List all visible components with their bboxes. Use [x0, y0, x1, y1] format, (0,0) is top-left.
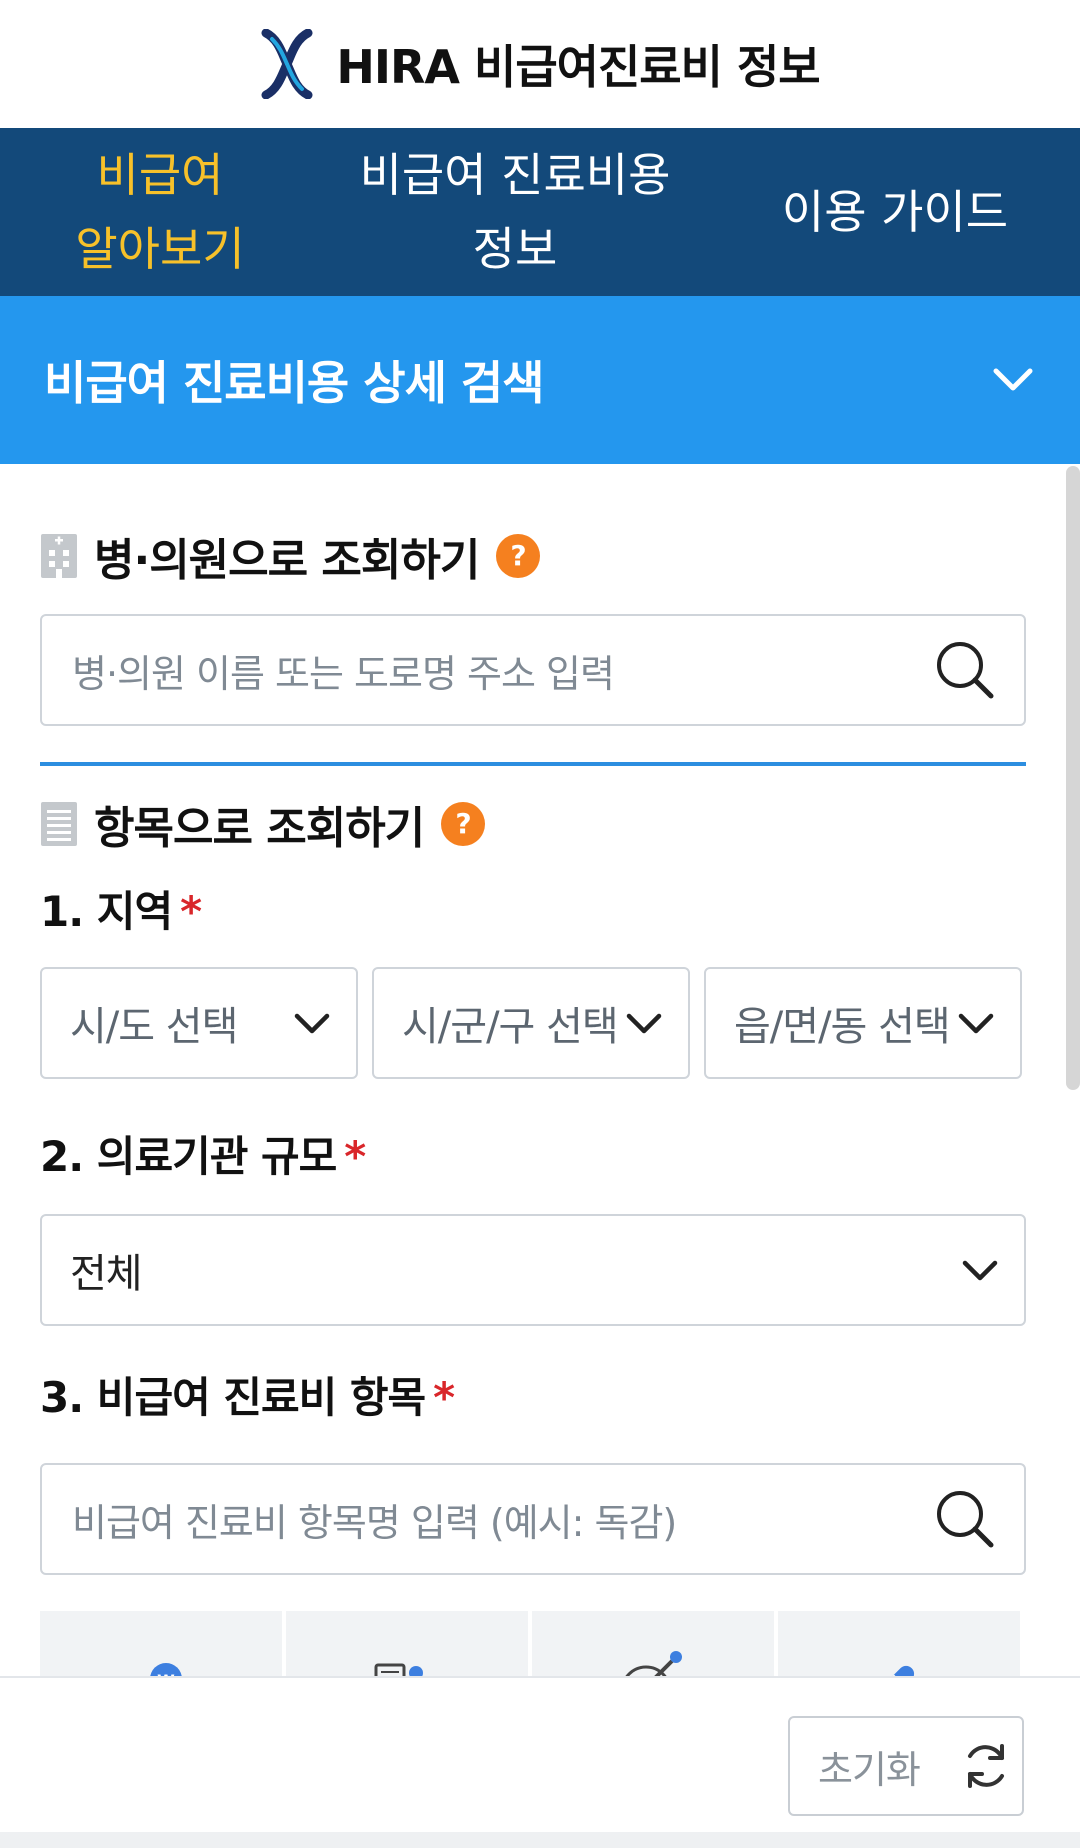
- building-icon: [41, 534, 77, 578]
- item-search-heading: 항목으로 조회하기 ?: [40, 792, 1026, 856]
- item-search-input[interactable]: 비급여 진료비 항목명 입력 (예시: 독감): [40, 1463, 1026, 1575]
- svg-text:?: ?: [456, 807, 471, 840]
- chevron-down-icon: [294, 1013, 330, 1034]
- app-title: HIRA 비급여진료비 정보: [336, 40, 820, 94]
- hospital-search-title: 병·의원으로 조회하기: [94, 535, 480, 586]
- item-label: 3. 비급여 진료비 항목 *: [40, 1364, 1026, 1425]
- app-header: HIRA 비급여진료비 정보: [0, 0, 1080, 128]
- chevron-down-icon: [962, 1260, 998, 1281]
- hospital-search-heading: 병·의원으로 조회하기 ?: [40, 524, 1026, 588]
- item-label-text: 3. 비급여 진료비 항목: [40, 1373, 426, 1422]
- region-selects: 시/도 선택 시/군/구 선택 읍/면/동 선택: [40, 967, 1026, 1079]
- help-icon[interactable]: ?: [495, 533, 541, 579]
- bottom-strip: [0, 1832, 1080, 1848]
- section-title: 비급여 진료비용 상세 검색: [44, 356, 545, 410]
- chevron-down-icon: [958, 1013, 994, 1034]
- hospital-search-input[interactable]: 병·의원 이름 또는 도로명 주소 입력: [40, 614, 1026, 726]
- detail-search-toggle[interactable]: 비급여 진료비용 상세 검색: [0, 296, 1080, 464]
- district-select-value: 시/군/구 선택: [402, 1004, 619, 1050]
- svg-text:?: ?: [511, 539, 526, 572]
- reset-label: 초기화: [818, 1747, 921, 1792]
- region-label: 1. 지역 *: [40, 878, 1026, 939]
- search-icon[interactable]: [934, 1488, 996, 1550]
- town-select[interactable]: 읍/면/동 선택: [704, 967, 1022, 1079]
- chevron-down-icon: [626, 1013, 662, 1034]
- item-search-placeholder: 비급여 진료비 항목명 입력 (예시: 독감): [72, 1500, 677, 1545]
- list-icon: [41, 802, 77, 846]
- facility-label-text: 2. 의료기관 규모: [40, 1132, 337, 1181]
- hira-logo-icon: [261, 29, 313, 99]
- nav-item-label-line1: 비급여 진료비용: [359, 148, 671, 202]
- scrollbar[interactable]: [1066, 466, 1080, 1090]
- search-form: 병·의원으로 조회하기 ? 병·의원 이름 또는 도로명 주소 입력 항목으로 …: [40, 466, 1026, 1701]
- district-select[interactable]: 시/군/구 선택: [372, 967, 690, 1079]
- nav-item-about-nonbenefit[interactable]: 비급여 알아보기: [0, 138, 320, 286]
- facility-size-select[interactable]: 전체: [40, 1214, 1026, 1326]
- section-divider: [40, 762, 1026, 766]
- item-search-title: 항목으로 조회하기: [94, 803, 425, 854]
- search-icon[interactable]: [934, 639, 996, 701]
- nav-item-guide[interactable]: 이용 가이드: [710, 175, 1080, 249]
- help-icon[interactable]: ?: [440, 801, 486, 847]
- main-nav: 비급여 알아보기 비급여 진료비용 정보 이용 가이드: [0, 128, 1080, 296]
- facility-label: 2. 의료기관 규모 *: [40, 1123, 1026, 1184]
- reset-button[interactable]: 초기화: [788, 1716, 1024, 1816]
- nav-item-label-line1: 비급여: [96, 148, 224, 202]
- nav-item-label-line2: 정보: [472, 222, 558, 276]
- hospital-search-placeholder: 병·의원 이름 또는 도로명 주소 입력: [72, 651, 615, 696]
- nav-item-cost-info[interactable]: 비급여 진료비용 정보: [320, 138, 710, 286]
- chevron-down-icon: [993, 368, 1033, 391]
- province-select-value: 시/도 선택: [70, 1004, 238, 1050]
- nav-item-label-line2: 알아보기: [75, 222, 245, 276]
- town-select-value: 읍/면/동 선택: [734, 1004, 951, 1050]
- province-select[interactable]: 시/도 선택: [40, 967, 358, 1079]
- refresh-icon: [968, 1744, 1004, 1788]
- required-mark: *: [180, 887, 202, 936]
- required-mark: *: [433, 1373, 455, 1422]
- required-mark: *: [344, 1132, 366, 1181]
- facility-size-value: 전체: [70, 1251, 143, 1297]
- nav-item-label-line1: 이용 가이드: [781, 185, 1009, 239]
- region-label-text: 1. 지역: [40, 887, 173, 936]
